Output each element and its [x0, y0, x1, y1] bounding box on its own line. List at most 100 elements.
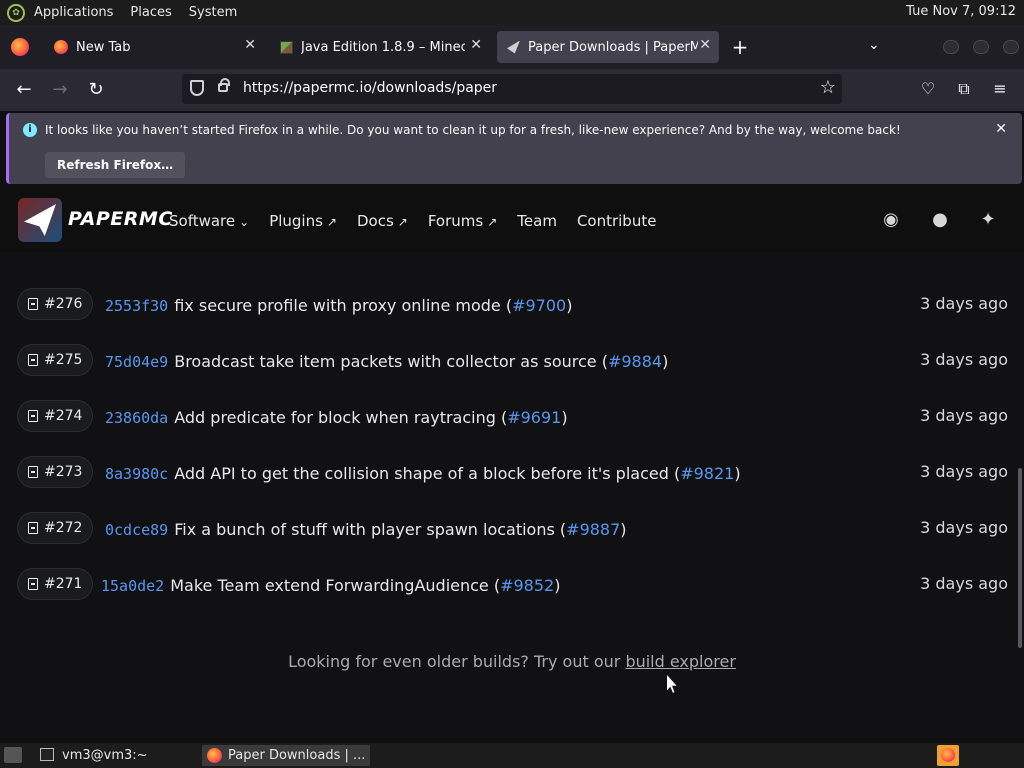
build-row[interactable]: #274 23860da Add predicate for block when…	[0, 400, 1024, 440]
bookmark-star-icon[interactable]: ☆	[820, 77, 836, 98]
nav-label: Contribute	[576, 212, 657, 230]
build-row[interactable]: #275 75d04e9 Broadcast take item packets …	[0, 344, 1024, 384]
show-desktop-icon[interactable]	[4, 747, 22, 763]
taskbar-terminal[interactable]: vm3@vm3:~	[36, 745, 196, 766]
commit-hash[interactable]: 8a3980c	[105, 465, 168, 483]
firefox-icon	[54, 40, 68, 54]
refresh-firefox-button[interactable]: Refresh Firefox…	[45, 152, 186, 178]
taskbar-label: vm3@vm3:~	[62, 748, 148, 763]
document-icon	[28, 354, 38, 366]
external-link-icon: ↗	[326, 215, 337, 229]
firefox-icon	[207, 748, 222, 763]
build-number-badge[interactable]: #276	[17, 288, 94, 320]
reload-icon[interactable]: ↻	[84, 78, 108, 102]
close-icon[interactable]: ✕	[470, 37, 482, 53]
nav-forums[interactable]: Forums ↗	[428, 212, 497, 230]
new-tab-button[interactable]: +	[729, 33, 751, 61]
page-scrollbar[interactable]	[1018, 468, 1022, 648]
tab-paper-downloads[interactable]: Paper Downloads | PaperMC ✕	[497, 31, 719, 63]
pocket-icon[interactable]: ♡	[917, 78, 939, 100]
build-commit: 75d04e9 Broadcast take item packets with …	[105, 352, 668, 371]
discord-icon[interactable]: ◉	[879, 208, 903, 232]
build-row[interactable]: #271 15a0de2 Make Team extend ForwardingA…	[0, 568, 1024, 608]
pull-request-link[interactable]: #9691	[507, 408, 561, 427]
build-time: 3 days ago	[920, 294, 1008, 313]
url-bar[interactable]: https://papermc.io/downloads/paper ☆	[182, 74, 842, 104]
commit-hash[interactable]: 23860da	[105, 409, 168, 427]
browser-tab-bar: New Tab ✕ Java Edition 1.8.9 – Minecraft…	[0, 25, 1024, 69]
build-number-badge[interactable]: #273	[17, 456, 94, 488]
github-icon[interactable]: ●	[928, 208, 952, 232]
older-builds-text: Looking for even older builds? Try out o…	[288, 652, 626, 671]
close-icon[interactable]: ✕	[699, 37, 711, 53]
system-clock[interactable]: Tue Nov 7, 09:12	[906, 4, 1016, 19]
nav-label: Forums	[427, 212, 484, 230]
nav-plugins[interactable]: Plugins ↗	[269, 212, 337, 230]
pull-request-link[interactable]: #9887	[566, 520, 620, 539]
build-explorer-link[interactable]: build explorer	[625, 652, 736, 671]
menu-places[interactable]: Places	[130, 5, 171, 20]
close-icon[interactable]: ✕	[995, 121, 1007, 137]
hamburger-menu-icon[interactable]: ≡	[989, 78, 1011, 100]
tab-new-tab[interactable]: New Tab ✕	[44, 31, 264, 63]
nav-contribute[interactable]: Contribute	[577, 212, 657, 230]
pull-request-link[interactable]: #9821	[680, 464, 734, 483]
commit-message: fix secure profile with proxy online mod…	[174, 296, 513, 315]
nav-software[interactable]: Software ⌄	[169, 212, 249, 230]
site-name[interactable]: PAPERMC	[68, 208, 173, 230]
pull-request-link[interactable]: #9852	[500, 576, 554, 595]
build-number-badge[interactable]: #271	[17, 568, 94, 600]
papermc-icon	[507, 40, 520, 54]
build-row[interactable]: #272 0cdce89 Fix a bunch of stuff with pl…	[0, 512, 1024, 552]
papermc-logo[interactable]	[18, 198, 62, 242]
firefox-tray-icon[interactable]	[937, 745, 959, 766]
build-number-badge[interactable]: #274	[17, 400, 94, 432]
twitter-icon[interactable]: ✦	[976, 208, 1000, 232]
commit-hash[interactable]: 0cdce89	[105, 521, 168, 539]
commit-message: Add predicate for block when raytracing …	[174, 408, 508, 427]
build-id: #275	[44, 352, 83, 368]
menu-system[interactable]: System	[189, 5, 237, 20]
maximize-button[interactable]	[973, 40, 989, 54]
pull-request-link[interactable]: #9700	[512, 296, 566, 315]
tab-minecraft[interactable]: Java Edition 1.8.9 – Minecraft ✕	[270, 31, 490, 63]
nav-label: Software	[169, 212, 236, 230]
firefox-view-button[interactable]	[0, 25, 40, 69]
close-icon[interactable]: ✕	[244, 37, 256, 53]
build-commit: 2553f30 fix secure profile with proxy onl…	[105, 296, 572, 315]
pull-request-link[interactable]: #9884	[608, 352, 662, 371]
build-id: #274	[44, 408, 83, 424]
minimize-button[interactable]	[943, 40, 959, 54]
build-commit: 23860da Add predicate for block when rayt…	[105, 408, 568, 427]
commit-hash[interactable]: 15a0de2	[101, 577, 164, 595]
nav-label: Docs	[356, 212, 394, 230]
build-time: 3 days ago	[920, 574, 1008, 593]
build-commit: 0cdce89 Fix a bunch of stuff with player …	[105, 520, 627, 539]
commit-close: )	[662, 352, 669, 371]
commit-hash[interactable]: 75d04e9	[105, 353, 168, 371]
nav-team[interactable]: Team	[517, 212, 557, 230]
commit-message: Fix a bunch of stuff with player spawn l…	[174, 520, 567, 539]
build-id: #273	[44, 464, 83, 480]
url-text[interactable]: https://papermc.io/downloads/paper	[243, 80, 497, 96]
close-window-button[interactable]	[1003, 40, 1019, 54]
commit-hash[interactable]: 2553f30	[105, 297, 168, 315]
build-time: 3 days ago	[920, 462, 1008, 481]
chevron-down-icon[interactable]: ⌄	[868, 37, 880, 53]
extensions-icon[interactable]: ⧉	[953, 78, 975, 100]
shield-icon[interactable]	[190, 80, 204, 96]
back-arrow-icon[interactable]: ←	[12, 78, 36, 102]
taskbar-firefox[interactable]: Paper Downloads | ...	[202, 745, 370, 766]
forward-arrow-icon[interactable]: →	[48, 78, 72, 102]
build-row[interactable]: #276 2553f30 fix secure profile with prox…	[0, 288, 1024, 328]
build-number-badge[interactable]: #272	[17, 512, 94, 544]
build-row[interactable]: #273 8a3980c Add API to get the collision…	[0, 456, 1024, 496]
lock-icon[interactable]	[218, 78, 230, 92]
menu-applications[interactable]: Applications	[34, 5, 113, 20]
document-icon	[28, 578, 38, 590]
build-id: #272	[44, 520, 83, 536]
gnome-foot-icon[interactable]: ✿	[7, 3, 25, 22]
build-number-badge[interactable]: #275	[17, 344, 94, 376]
nav-docs[interactable]: Docs ↗	[357, 212, 408, 230]
tab-title: Paper Downloads | PaperMC	[528, 39, 698, 55]
